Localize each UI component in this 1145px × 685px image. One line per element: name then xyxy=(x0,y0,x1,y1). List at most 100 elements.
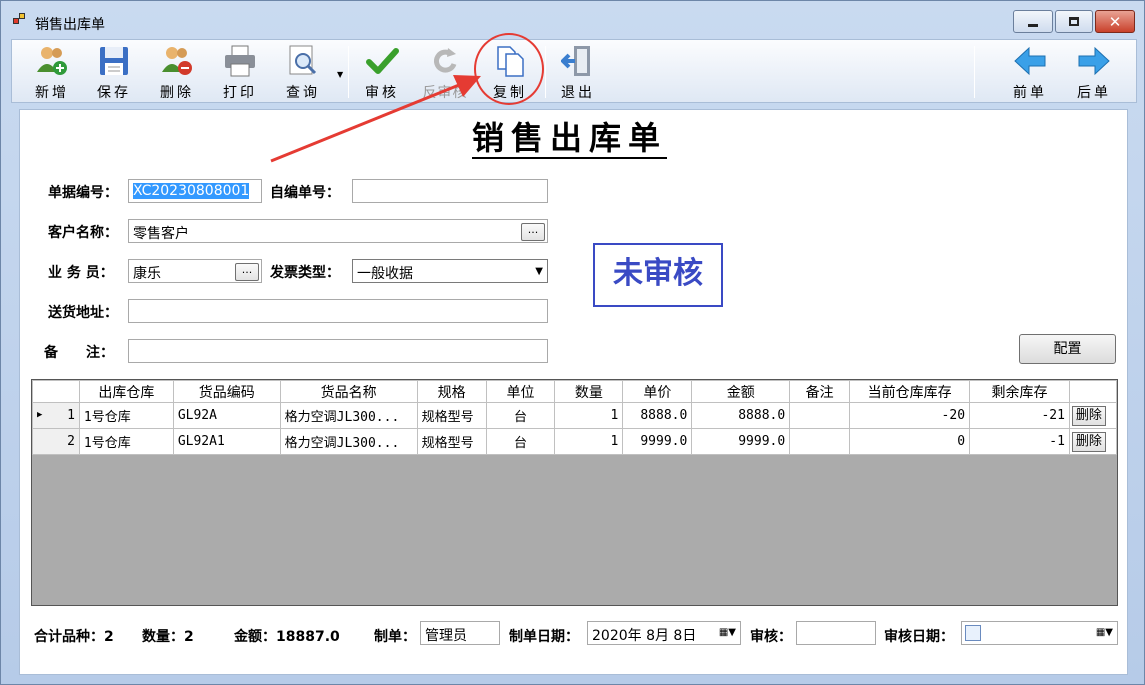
next-button[interactable]: 后单 xyxy=(1066,44,1122,101)
total-amount-label: 金额： xyxy=(234,629,276,645)
name-cell[interactable]: 格力空调JL300... xyxy=(279,428,418,455)
unapprove-button[interactable]: 反审核 xyxy=(413,44,477,101)
new-button[interactable]: 新增 xyxy=(24,44,80,101)
approver-field[interactable] xyxy=(796,621,876,645)
current-row-icon: ▶ xyxy=(37,410,43,420)
spec-cell[interactable]: 规格型号 xyxy=(416,428,487,455)
table-row[interactable]: 2 1号仓库 GL92A1 格力空调JL300... 规格型号 台 1 9999… xyxy=(32,428,1117,455)
unit-cell[interactable]: 台 xyxy=(485,428,556,455)
invoice-value: 一般收据 xyxy=(357,266,413,282)
detail-table: 出库仓库 货品编码 货品名称 规格 单位 数量 单价 金额 备注 当前仓库库存 … xyxy=(32,380,1117,455)
query-button[interactable]: 查询 xyxy=(275,44,331,101)
unapprove-label: 反审核 xyxy=(422,85,468,101)
invoice-select[interactable]: 一般收据 ▼ xyxy=(352,259,548,283)
code-cell[interactable]: GL92A xyxy=(172,402,281,429)
detail-grid: 出库仓库 货品编码 货品名称 规格 单位 数量 单价 金额 备注 当前仓库库存 … xyxy=(31,379,1118,606)
name-cell[interactable]: 格力空调JL300... xyxy=(279,402,418,429)
spec-cell[interactable]: 规格型号 xyxy=(416,402,487,429)
approve-date-checkbox[interactable] xyxy=(965,625,981,641)
salesman-browse-button[interactable]: ... xyxy=(235,263,259,281)
column-header[interactable]: 出库仓库 xyxy=(78,380,174,403)
exit-button[interactable]: 退出 xyxy=(550,44,606,101)
query-dropdown-icon[interactable]: ▼ xyxy=(337,70,343,79)
maximize-icon xyxy=(1069,17,1079,26)
toolbar: 新增 保存 删除 打印 查询 ▼ 审核 反审核 复制 退出 前单 后单 xyxy=(11,39,1137,103)
customer-field[interactable]: 零售客户 xyxy=(128,219,548,243)
window: 销售出库单 ✕ 新增 保存 删除 打印 查询 ▼ 审核 反审核 复制 退出 前单… xyxy=(0,0,1145,685)
doc-no-field[interactable]: XC20230808001 xyxy=(128,179,262,203)
config-button[interactable]: 配置 xyxy=(1019,334,1116,364)
column-header[interactable]: 单位 xyxy=(485,380,556,403)
amount-cell[interactable]: 8888.0 xyxy=(691,402,791,429)
column-header[interactable]: 剩余库存 xyxy=(969,380,1070,403)
table-row[interactable]: ▶ 1 1号仓库 GL92A 格力空调JL300... 规格型号 台 1 8888… xyxy=(32,402,1117,429)
arrow-left-icon xyxy=(1013,44,1047,78)
code-cell[interactable]: GL92A1 xyxy=(172,428,281,455)
total-qty: 数量：2 xyxy=(142,626,194,646)
calendar-icon[interactable]: ▦▼ xyxy=(719,627,736,638)
remain-cell: -21 xyxy=(969,402,1070,429)
delete-row-button[interactable]: 删除 xyxy=(1071,405,1106,426)
total-kinds-label: 合计品种： xyxy=(34,629,104,645)
arrow-right-icon xyxy=(1077,44,1111,78)
app-icon xyxy=(13,13,27,27)
annotation-circle xyxy=(474,33,544,105)
qty-cell[interactable]: 1 xyxy=(554,428,624,455)
maximize-button[interactable] xyxy=(1055,10,1093,33)
address-field[interactable] xyxy=(128,299,548,323)
toolbar-separator xyxy=(545,46,546,98)
prev-button[interactable]: 前单 xyxy=(1002,44,1058,101)
approve-label: 审核 xyxy=(365,85,399,101)
delete-button[interactable]: 删除 xyxy=(149,44,205,101)
column-header[interactable]: 当前仓库库存 xyxy=(849,380,971,403)
form-panel: 销售出库单 单据编号： XC20230808001 自编单号： 客户名称： 零售… xyxy=(19,109,1128,675)
column-header[interactable]: 数量 xyxy=(554,380,624,403)
column-header[interactable]: 规格 xyxy=(416,380,487,403)
column-header[interactable]: 金额 xyxy=(691,380,791,403)
row-header[interactable]: 2 xyxy=(32,428,80,455)
make-date-picker[interactable]: 2020年 8月 8日 ▦▼ xyxy=(587,621,741,645)
maker-field[interactable]: 管理员 xyxy=(420,621,500,645)
doc-no-value: XC20230808001 xyxy=(133,183,250,199)
page-title: 销售出库单 xyxy=(472,119,668,159)
price-cell[interactable]: 9999.0 xyxy=(622,428,693,455)
customer-browse-button[interactable]: ... xyxy=(521,223,545,241)
unit-cell[interactable]: 台 xyxy=(485,402,556,429)
title-bar: 销售出库单 ✕ xyxy=(1,1,1144,37)
print-button[interactable]: 打印 xyxy=(212,44,268,101)
note-cell[interactable] xyxy=(789,428,851,455)
close-button[interactable]: ✕ xyxy=(1095,10,1135,33)
delete-row-button[interactable]: 删除 xyxy=(1071,431,1106,452)
approve-date-picker[interactable]: ▦▼ xyxy=(961,621,1118,645)
approve-button[interactable]: 审核 xyxy=(354,44,410,101)
warehouse-cell[interactable]: 1号仓库 xyxy=(78,402,174,429)
price-cell[interactable]: 8888.0 xyxy=(622,402,693,429)
self-no-field[interactable] xyxy=(352,179,548,203)
exit-door-icon xyxy=(560,44,595,78)
column-header[interactable]: 备注 xyxy=(789,380,851,403)
column-header[interactable]: 货品名称 xyxy=(279,380,418,403)
qty-cell[interactable]: 1 xyxy=(554,402,624,429)
column-header[interactable]: 单价 xyxy=(622,380,693,403)
warehouse-cell[interactable]: 1号仓库 xyxy=(78,428,174,455)
total-kinds: 合计品种：2 xyxy=(34,626,114,646)
chevron-down-icon: ▼ xyxy=(535,266,543,277)
toolbar-separator xyxy=(348,46,349,98)
action-cell: 删除 xyxy=(1068,428,1117,455)
remove-user-icon xyxy=(160,44,194,78)
total-kinds-value: 2 xyxy=(104,629,114,645)
delete-label: 删除 xyxy=(160,85,194,101)
calendar-icon[interactable]: ▦▼ xyxy=(1096,627,1113,638)
minimize-button[interactable] xyxy=(1013,10,1053,33)
row-header[interactable]: ▶ 1 xyxy=(32,402,80,429)
save-button[interactable]: 保存 xyxy=(86,44,142,101)
note-cell[interactable] xyxy=(789,402,851,429)
total-qty-value: 2 xyxy=(184,629,194,645)
stock-cell: 0 xyxy=(849,428,971,455)
remark-label: 备 注： xyxy=(44,345,114,361)
printer-icon xyxy=(223,44,257,78)
toolbar-separator xyxy=(974,46,975,98)
amount-cell[interactable]: 9999.0 xyxy=(691,428,791,455)
remark-field[interactable] xyxy=(128,339,548,363)
column-header[interactable]: 货品编码 xyxy=(172,380,281,403)
